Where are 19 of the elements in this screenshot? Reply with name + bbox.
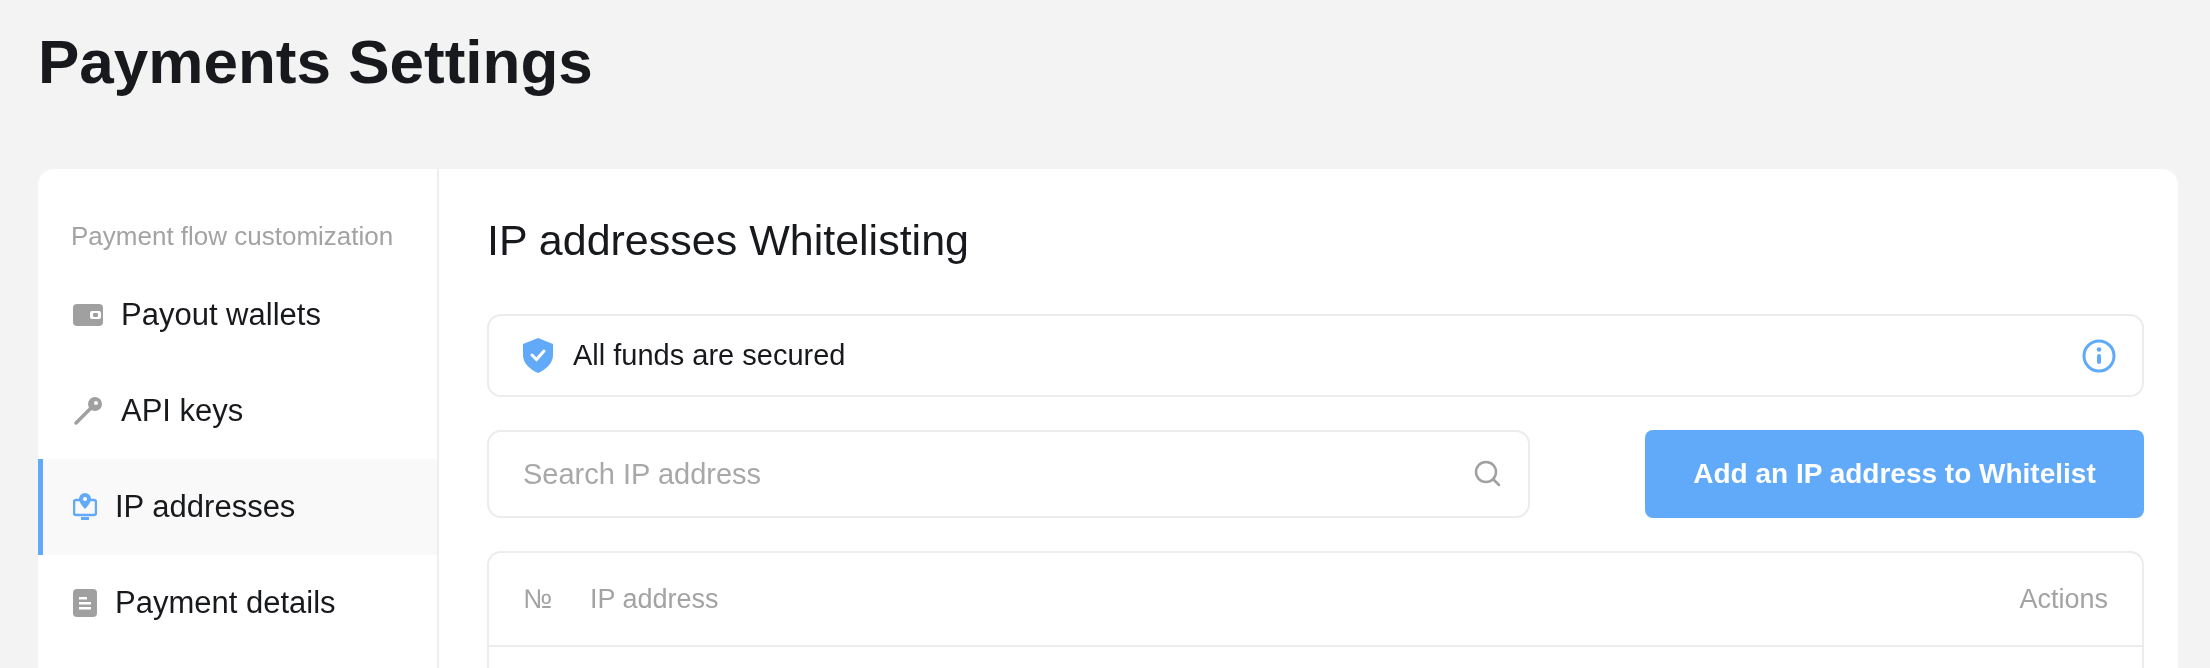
sidebar-item[interactable]: Payment details — [38, 555, 437, 651]
sidebar-item[interactable]: API keys — [38, 363, 437, 459]
location-monitor-icon — [73, 493, 97, 521]
column-header: IP address — [590, 583, 719, 615]
notice-text: All funds are secured — [573, 339, 847, 372]
column-header: № — [523, 583, 553, 615]
shield-check-icon — [523, 338, 553, 373]
search-field[interactable]: Search IP address — [487, 430, 1530, 518]
sidebar-item[interactable]: Payout wallets — [38, 267, 437, 363]
column-header: Actions — [2019, 583, 2108, 615]
page-title: Payments Settings — [38, 26, 594, 98]
wallet-icon — [73, 304, 103, 326]
search-icon[interactable] — [1474, 460, 1502, 488]
section-heading: IP addresses Whitelisting — [487, 215, 970, 266]
key-icon — [73, 396, 103, 426]
sidebar-heading: Payment flow customization — [70, 221, 395, 253]
info-icon[interactable] — [2082, 338, 2116, 373]
document-icon — [73, 589, 97, 617]
sidebar-item[interactable]: IP addresses — [38, 459, 437, 555]
